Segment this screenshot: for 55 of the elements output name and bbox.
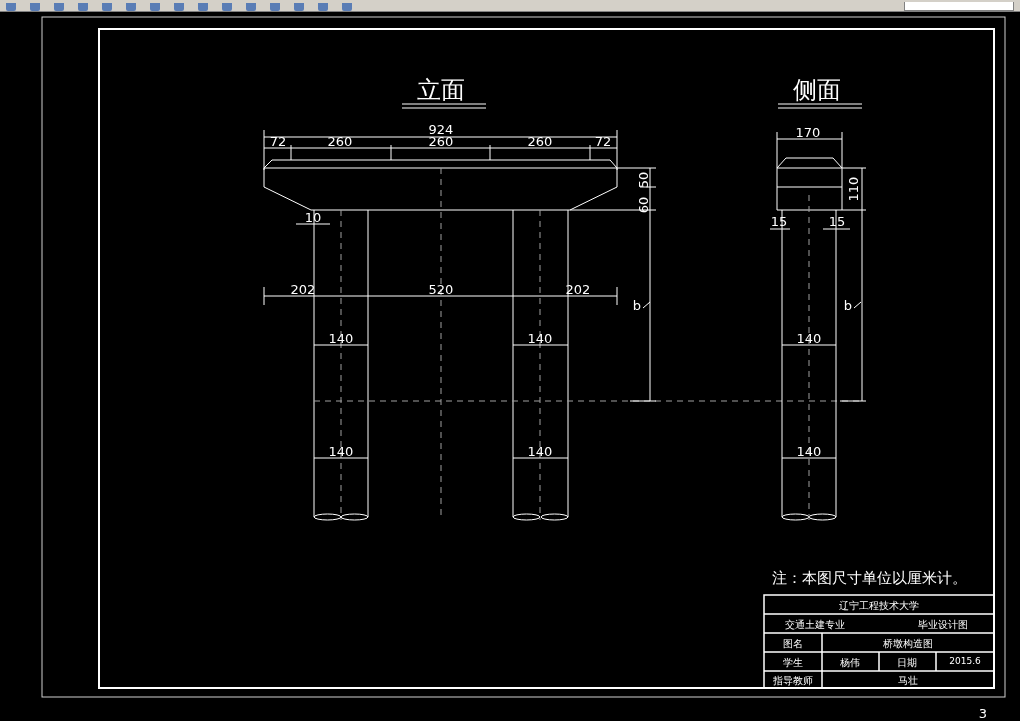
dimension-label: 140 bbox=[527, 331, 553, 346]
toolbar-icon[interactable] bbox=[222, 3, 232, 11]
page-number: 3 bbox=[978, 706, 988, 721]
title-block-text: 辽宁工程技术大学 bbox=[839, 600, 919, 611]
dimension-label: 260 bbox=[527, 134, 553, 149]
toolbar-icon[interactable] bbox=[78, 3, 88, 11]
toolbar-icon[interactable] bbox=[198, 3, 208, 11]
toolbar-icon[interactable] bbox=[246, 3, 256, 11]
dimension-label: 170 bbox=[795, 125, 821, 140]
view-title: 侧面 bbox=[793, 76, 841, 104]
note-text: 注：本图尺寸单位以厘米计。 bbox=[772, 569, 967, 587]
toolbar-icon[interactable] bbox=[54, 3, 64, 11]
toolbar-icon[interactable] bbox=[342, 3, 352, 11]
title-block-text: 2015.6 bbox=[949, 656, 981, 666]
toolbar-icon[interactable] bbox=[6, 3, 16, 11]
dimension-label: 60 bbox=[636, 196, 651, 214]
title-block-text: 桥墩构造图 bbox=[883, 638, 933, 649]
title-block-text: 交通土建专业 bbox=[785, 619, 845, 630]
dimension-label: 50 bbox=[636, 171, 651, 189]
title-block-text: 杨伟 bbox=[840, 657, 860, 668]
dimension-label: 140 bbox=[796, 444, 822, 459]
dimension-label: b bbox=[632, 298, 642, 313]
title-block-text: 指导教师 bbox=[773, 675, 813, 686]
dimension-label: 520 bbox=[428, 282, 454, 297]
dimension-label: 110 bbox=[846, 176, 861, 202]
dimension-label: 15 bbox=[770, 214, 788, 229]
title-block-text: 学生 bbox=[783, 657, 803, 668]
dimension-label: 15 bbox=[828, 214, 846, 229]
dimension-label: 202 bbox=[290, 282, 316, 297]
toolbar-icon[interactable] bbox=[30, 3, 40, 11]
dimension-label: 140 bbox=[527, 444, 553, 459]
dimension-label: b bbox=[843, 298, 853, 313]
toolbar-icon[interactable] bbox=[150, 3, 160, 11]
dimension-label: 140 bbox=[328, 444, 354, 459]
title-block-text: 毕业设计图 bbox=[918, 619, 968, 630]
dimension-label: 924 bbox=[428, 122, 454, 137]
dimension-label: 260 bbox=[327, 134, 353, 149]
toolbar-icon[interactable] bbox=[294, 3, 304, 11]
title-block-text: 日期 bbox=[897, 657, 917, 668]
toolbar-icon[interactable] bbox=[318, 3, 328, 11]
dimension-label: 260 bbox=[428, 134, 454, 149]
dimension-label: 10 bbox=[304, 210, 322, 225]
title-block-text: 图名 bbox=[783, 638, 803, 649]
dropdown-field[interactable] bbox=[904, 2, 1014, 11]
dimension-label: 140 bbox=[796, 331, 822, 346]
dimension-label: 202 bbox=[565, 282, 591, 297]
toolbar-icon[interactable] bbox=[270, 3, 280, 11]
dimension-label: 140 bbox=[328, 331, 354, 346]
toolbar-icon[interactable] bbox=[102, 3, 112, 11]
title-block-text: 马壮 bbox=[898, 675, 918, 686]
view-title: 立面 bbox=[417, 76, 465, 104]
dimension-label: 72 bbox=[269, 134, 287, 149]
dimension-label: 72 bbox=[594, 134, 612, 149]
toolbar-icon[interactable] bbox=[174, 3, 184, 11]
toolbar-icon[interactable] bbox=[126, 3, 136, 11]
